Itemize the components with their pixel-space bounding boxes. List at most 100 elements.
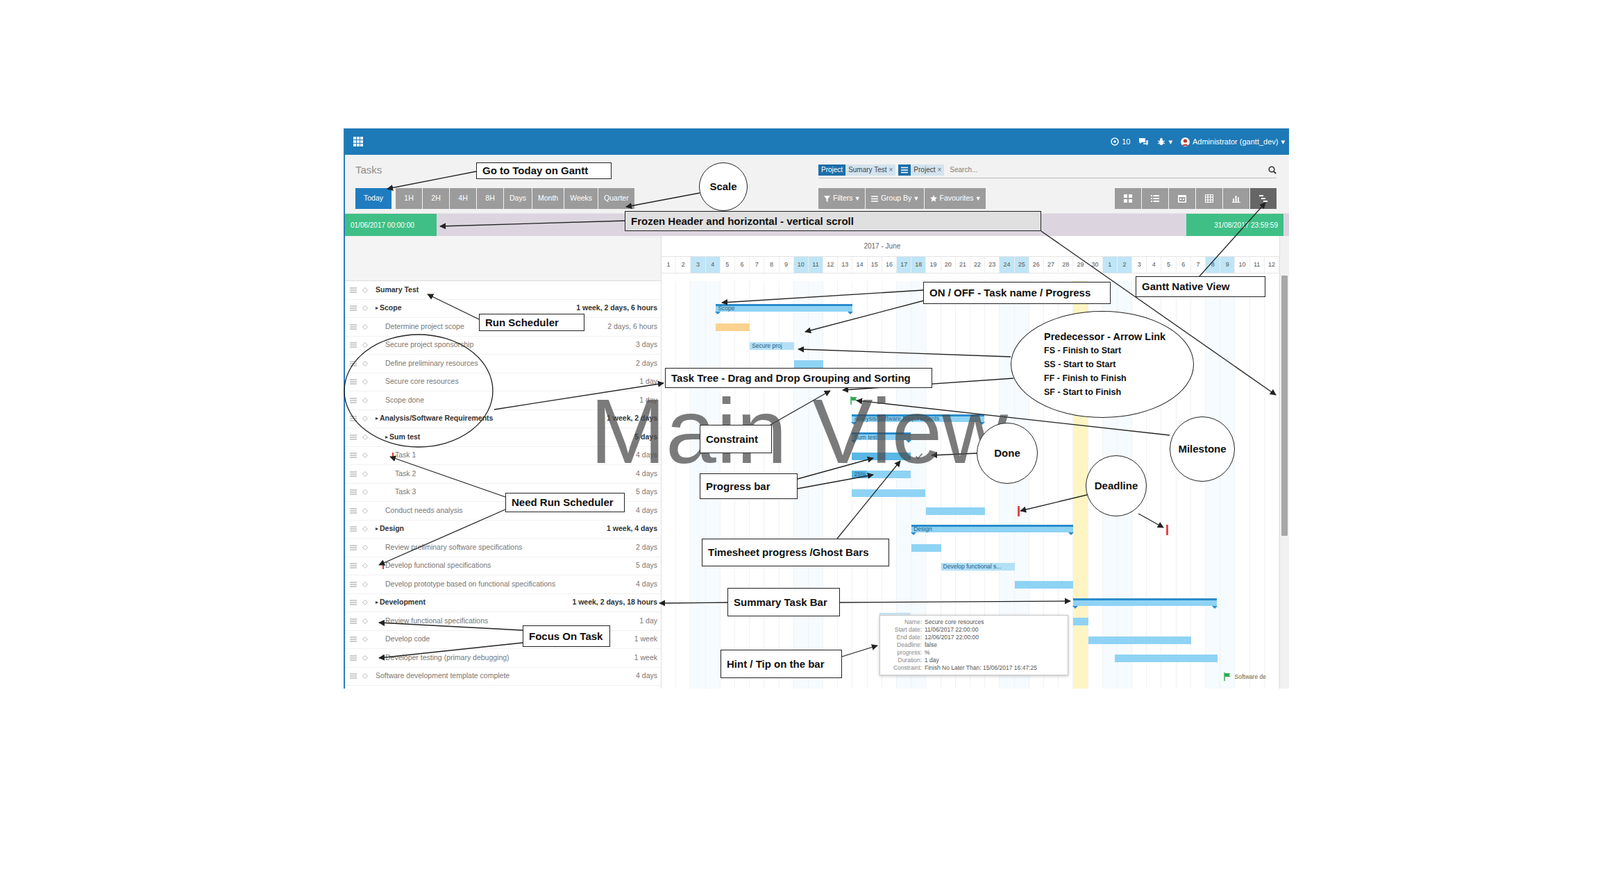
drag-handle-icon[interactable] bbox=[349, 599, 357, 606]
scale-button[interactable]: Days bbox=[503, 188, 532, 209]
drag-handle-icon[interactable] bbox=[349, 342, 357, 348]
task-name[interactable]: Review preliminary software specificatio… bbox=[385, 542, 522, 554]
drag-handle-icon[interactable] bbox=[349, 415, 357, 422]
task-bar[interactable] bbox=[1088, 636, 1192, 645]
drag-handle-icon[interactable] bbox=[349, 562, 357, 569]
scale-button[interactable]: Weeks bbox=[564, 188, 598, 209]
search-input[interactable] bbox=[946, 164, 1266, 175]
task-name[interactable]: Develop functional specifications bbox=[385, 560, 491, 572]
drag-handle-icon[interactable] bbox=[349, 305, 357, 311]
scroll-thumb[interactable] bbox=[1281, 275, 1288, 536]
drag-handle-icon[interactable] bbox=[349, 287, 357, 293]
scale-button[interactable]: 2H bbox=[422, 188, 450, 209]
task-row[interactable]: ▸Sum test5 days bbox=[344, 428, 661, 448]
drag-handle-icon[interactable] bbox=[349, 526, 357, 532]
drag-handle-icon[interactable] bbox=[349, 471, 357, 477]
task-row[interactable]: ▸Development1 week, 2 days, 18 hours bbox=[344, 594, 661, 613]
drag-handle-icon[interactable] bbox=[349, 452, 357, 459]
task-name[interactable]: Sum test bbox=[389, 431, 420, 443]
task-name[interactable]: Develop prototype based on functional sp… bbox=[385, 578, 556, 591]
apps-menu-icon[interactable] bbox=[353, 136, 364, 147]
drag-handle-icon[interactable] bbox=[349, 544, 357, 551]
task-bar[interactable] bbox=[715, 323, 750, 332]
task-name[interactable]: Developer testing (primary debugging) bbox=[385, 652, 510, 664]
expand-toggle[interactable]: ▸ bbox=[375, 598, 379, 607]
view-button[interactable] bbox=[1141, 188, 1169, 209]
expand-toggle[interactable]: ▸ bbox=[375, 524, 379, 534]
scale-button[interactable]: 1H bbox=[395, 188, 423, 209]
scale-button[interactable]: 4H bbox=[449, 188, 477, 209]
help-counter[interactable]: 10 bbox=[1110, 136, 1131, 148]
task-name[interactable]: Secure core resources bbox=[385, 376, 459, 388]
expand-toggle[interactable]: ▸ bbox=[375, 304, 379, 313]
summary-bar[interactable]: Analysis/Software Requirements bbox=[851, 414, 985, 423]
task-bar[interactable] bbox=[851, 452, 911, 461]
task-bar[interactable]: 25% bbox=[851, 470, 911, 479]
task-bar[interactable] bbox=[911, 544, 941, 552]
facet-remove[interactable]: × bbox=[937, 165, 942, 174]
view-button[interactable] bbox=[1114, 188, 1142, 209]
drag-handle-icon[interactable] bbox=[349, 655, 357, 661]
task-row[interactable]: Sumary Test bbox=[344, 281, 661, 300]
task-name[interactable]: Secure project sponsorship bbox=[385, 339, 474, 351]
task-bar[interactable] bbox=[1114, 654, 1218, 663]
drag-handle-icon[interactable] bbox=[349, 618, 357, 625]
task-bar[interactable] bbox=[925, 507, 985, 516]
task-row[interactable]: Review preliminary software specificatio… bbox=[344, 538, 661, 558]
task-name[interactable]: Analysis/Software Requirements bbox=[379, 413, 493, 425]
scale-button[interactable]: Quarter bbox=[598, 188, 635, 209]
task-row[interactable]: Develop functional specifications5 days bbox=[344, 557, 661, 577]
task-row[interactable]: Task 24 days bbox=[344, 465, 661, 484]
task-row[interactable]: Secure core resources1 day bbox=[344, 373, 661, 393]
search-facet[interactable]: ProjectSumary Test× bbox=[818, 164, 896, 176]
task-row[interactable]: Define preliminary resources2 days bbox=[344, 354, 661, 374]
drag-handle-icon[interactable] bbox=[349, 489, 357, 495]
chat-icon[interactable] bbox=[1138, 137, 1149, 146]
view-button[interactable] bbox=[1250, 188, 1277, 209]
task-bar[interactable]: Develop functional s... bbox=[941, 562, 1015, 571]
drag-handle-icon[interactable] bbox=[349, 397, 357, 404]
task-name[interactable]: Review functional specifications bbox=[385, 615, 488, 627]
task-row[interactable]: Review functional specifications1 day bbox=[344, 612, 661, 631]
expand-toggle[interactable]: ▸ bbox=[375, 414, 379, 423]
summary-bar[interactable] bbox=[1073, 598, 1217, 606]
drag-handle-icon[interactable] bbox=[349, 324, 357, 330]
task-bar[interactable] bbox=[794, 360, 824, 368]
summary-bar[interactable]: Design bbox=[911, 524, 1074, 533]
drag-handle-icon[interactable] bbox=[349, 581, 357, 588]
drag-handle-icon[interactable] bbox=[349, 360, 357, 367]
task-name[interactable]: Define preliminary resources bbox=[385, 358, 479, 370]
filter-button[interactable]: Group By▾ bbox=[865, 188, 924, 209]
view-button[interactable] bbox=[1223, 188, 1250, 209]
summary-bar[interactable]: Scope bbox=[715, 304, 853, 312]
task-row[interactable]: Scope done1 day bbox=[344, 391, 661, 411]
task-bar[interactable] bbox=[851, 489, 926, 498]
user-menu[interactable]: Administrator (gantt_dev)▾ bbox=[1180, 136, 1285, 148]
filter-button[interactable]: Filters▾ bbox=[818, 188, 865, 209]
task-name[interactable]: Develop code bbox=[385, 633, 430, 645]
task-row[interactable]: ▸Design1 week, 4 days bbox=[344, 520, 661, 540]
task-name[interactable]: Development bbox=[379, 596, 426, 609]
task-row[interactable]: Software development template complete4 … bbox=[344, 667, 661, 687]
expand-toggle[interactable]: ▸ bbox=[385, 433, 389, 442]
view-button[interactable] bbox=[1196, 188, 1223, 209]
task-name[interactable]: Scope done bbox=[385, 394, 425, 407]
task-name[interactable]: Sumary Test bbox=[375, 284, 419, 296]
search-facet[interactable]: Project× bbox=[898, 164, 945, 176]
task-name[interactable]: Scope bbox=[379, 302, 402, 314]
task-name[interactable]: Software development template complete bbox=[375, 670, 510, 682]
task-row[interactable]: Task 14 days bbox=[344, 447, 661, 466]
scale-button[interactable]: 8H bbox=[476, 188, 504, 209]
facet-remove[interactable]: × bbox=[889, 165, 894, 174]
drag-handle-icon[interactable] bbox=[349, 673, 357, 679]
task-name[interactable]: Conduct needs analysis bbox=[385, 505, 463, 517]
milestone-flag-icon[interactable] bbox=[850, 396, 858, 405]
view-button[interactable] bbox=[1168, 188, 1196, 209]
today-button[interactable]: Today bbox=[355, 188, 392, 209]
task-row[interactable]: Develop code1 week bbox=[344, 630, 661, 650]
task-name[interactable]: Determine project scope bbox=[385, 321, 465, 333]
filter-button[interactable]: Favourites▾ bbox=[924, 188, 986, 209]
task-name[interactable]: Task 2 bbox=[394, 468, 416, 480]
scale-button[interactable]: Month bbox=[532, 188, 564, 209]
drag-handle-icon[interactable] bbox=[349, 379, 357, 385]
